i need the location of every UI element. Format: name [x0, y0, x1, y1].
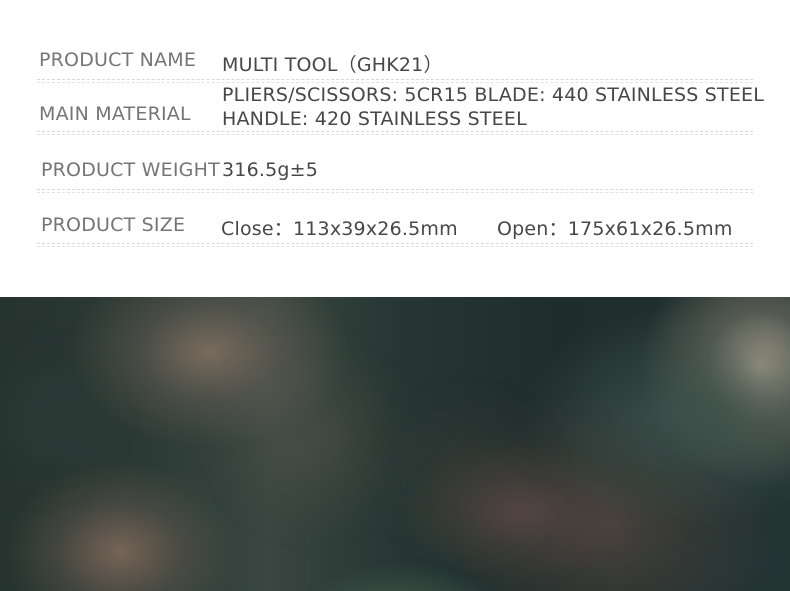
product-spec-page: PRODUCT NAME MULTI TOOL（GHK21） MAIN MATE… — [0, 0, 790, 591]
spec-row-product-size: PRODUCT SIZE Close：113x39x26.5mm Open：17… — [37, 195, 753, 247]
product-weight-value: 316.5g±5 — [222, 159, 319, 181]
main-material-value-line-1: PLIERS/SCISSORS: 5CR15 BLADE: 440 STAINL… — [222, 84, 765, 106]
spec-row-product-name: PRODUCT NAME MULTI TOOL（GHK21） — [37, 37, 753, 83]
product-size-close-value: Close：113x39x26.5mm — [221, 218, 458, 240]
blurred-background-photo — [0, 297, 790, 591]
product-weight-label: PRODUCT WEIGHT — [41, 159, 220, 181]
main-material-value-line-2: HANDLE: 420 STAINLESS STEEL — [222, 108, 527, 130]
product-size-label: PRODUCT SIZE — [41, 214, 186, 236]
product-size-open-value: Open：175x61x26.5mm — [497, 218, 733, 240]
main-material-label: MAIN MATERIAL — [39, 103, 191, 125]
product-spec-table: PRODUCT NAME MULTI TOOL（GHK21） MAIN MATE… — [37, 37, 764, 247]
spec-row-product-weight: PRODUCT WEIGHT 316.5g±5 — [37, 137, 753, 193]
product-name-label: PRODUCT NAME — [39, 49, 197, 71]
spec-row-main-material: MAIN MATERIAL PLIERS/SCISSORS: 5CR15 BLA… — [37, 84, 764, 135]
product-name-value: MULTI TOOL（GHK21） — [222, 54, 443, 76]
